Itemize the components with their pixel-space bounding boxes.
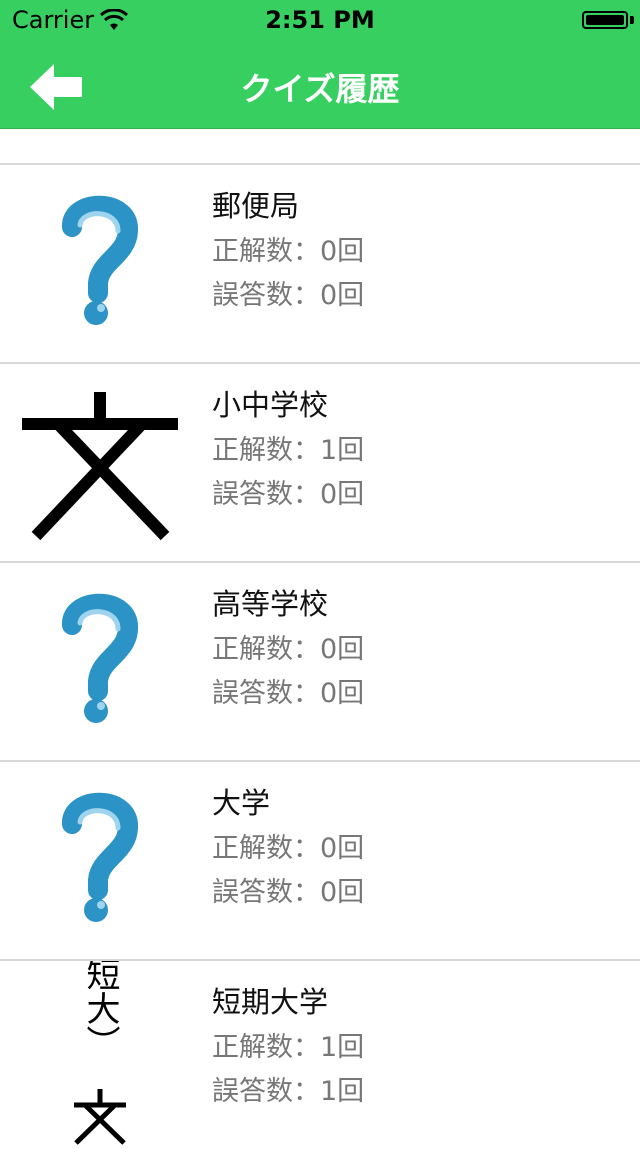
list-item[interactable]: 高等学校 正解数：0回 誤答数：0回 [0,561,640,760]
quiz-history-list: 郵便局 正解数：0回 誤答数：0回 小中学校 正解数：1回 誤答数：0回 高等学… [0,163,640,1161]
correct-count: 正解数：0回 [212,634,365,665]
list-item[interactable]: （短大） 短期大学 正解数：1回 誤答数：1回 [0,959,640,1161]
correct-count: 正解数：1回 [212,1032,365,1063]
question-mark-icon [62,195,138,325]
item-title: 高等学校 [212,587,329,621]
battery-icon [582,11,628,29]
wrong-count: 誤答数：0回 [212,877,365,908]
list-item[interactable]: 大学 正解数：0回 誤答数：0回 [0,760,640,959]
list-item[interactable]: 小中学校 正解数：1回 誤答数：0回 [0,362,640,561]
question-mark-icon [62,593,138,723]
item-title: 郵便局 [212,189,300,223]
item-title: 小中学校 [212,388,329,422]
list-item[interactable]: 郵便局 正解数：0回 誤答数：0回 [0,163,640,362]
junior-college-label: （短大） [80,961,120,1059]
navigation-bar: Carrier 2:51 PM クイズ履歴 [0,0,640,129]
battery-tip [630,16,634,24]
correct-count: 正解数：0回 [212,236,365,267]
page-title: クイズ履歴 [240,70,400,108]
item-title: 大学 [212,786,271,820]
question-mark-icon [62,792,138,922]
wrong-count: 誤答数：0回 [212,280,365,311]
school-map-symbol-icon [22,392,178,541]
wrong-count: 誤答数：1回 [212,1076,365,1107]
wrong-count: 誤答数：0回 [212,479,365,510]
status-time: 2:51 PM [265,6,375,34]
junior-college-map-symbol-icon: （短大） [74,961,126,1145]
item-title: 短期大学 [212,985,329,1019]
wrong-count: 誤答数：0回 [212,678,365,709]
correct-count: 正解数：0回 [212,833,365,864]
correct-count: 正解数：1回 [212,435,365,466]
status-bar: Carrier 2:51 PM [0,0,640,40]
